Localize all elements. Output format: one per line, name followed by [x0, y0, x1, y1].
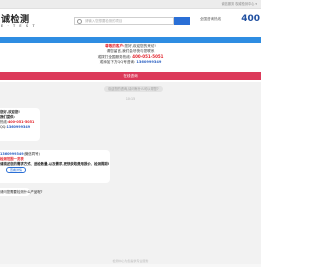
notice-phone-prefix: 或拨打全国服务热线: — [97, 55, 132, 59]
nav-bar — [0, 37, 261, 43]
site-logo-subtitle: E · T E S T — [1, 24, 37, 28]
bubble2-wechat-note: (微信同号) — [23, 152, 40, 156]
top-utility-text[interactable]: 诚信服务 权威检测中心 ▾ — [221, 1, 257, 6]
notice-qq-number[interactable]: 1360999349 — [136, 60, 161, 64]
notice-greeting-red: 尊敬的客户: — [105, 44, 125, 48]
bubble2-chip-row: 查看详情 — [0, 167, 107, 173]
chat-bubble-details: 1360999349(微信同号) 检测范围一览表 请描述您的需求方式、送检数量,… — [0, 150, 110, 183]
bubble2-qq[interactable]: 1360999349 — [0, 152, 24, 156]
bubble1-phone-prefix: 热线: — [0, 120, 8, 124]
search-input[interactable]: 请输入您想要检测的项目 — [74, 17, 174, 25]
online-consult-button[interactable]: 在线咨询 — [0, 72, 261, 80]
hotline-number: 400 — [241, 14, 260, 24]
notice-qq-prefix: 或添加下方QQ号咨询: — [99, 60, 136, 64]
notice-greeting-rest: 您好,欢迎您的来访! — [124, 44, 156, 48]
bubble1-line4: QQ:1360999349 — [0, 125, 37, 130]
bubble1-phone[interactable]: 400-051-5051 — [8, 120, 34, 124]
contact-notice: 尊敬的客户:您好,欢迎您的来访! 请您留言,我们会尽快与您联系 或拨打全国服务热… — [0, 44, 261, 65]
chat-system-message: 欢迎您的咨询,请问有什么可以帮您? — [104, 86, 163, 92]
chat-bubble-welcome: 您好,欢迎您! 我们提供: 热线:400-051-5051 QQ:1360999… — [0, 108, 40, 141]
bubble1-qq[interactable]: 1360999349 — [6, 125, 30, 129]
search-icon — [77, 19, 82, 24]
chat-bubble-question: 请问您需要检测什么产品呢? — [0, 188, 43, 196]
top-utility-bar: 诚信服务 权威检测中心 ▾ — [0, 0, 261, 9]
hotline-label: 全国咨询热线 — [200, 17, 221, 21]
search-placeholder: 请输入您想要检测的项目 — [85, 19, 123, 23]
footer-text: 检测中心为您提供专业服务 — [112, 259, 149, 263]
notice-line-qq: 或添加下方QQ号咨询: 1360999349 — [0, 60, 261, 65]
chat-panel: 欢迎您的咨询,请问有什么可以帮您? 10:15 您好,欢迎您! 我们提供: 热线… — [0, 82, 261, 264]
search-button[interactable] — [174, 17, 190, 25]
notice-phone-number[interactable]: 400-051-5051 — [132, 54, 163, 59]
chat-timestamp: 10:15 — [125, 97, 136, 101]
view-details-button[interactable]: 查看详情 — [6, 167, 27, 173]
